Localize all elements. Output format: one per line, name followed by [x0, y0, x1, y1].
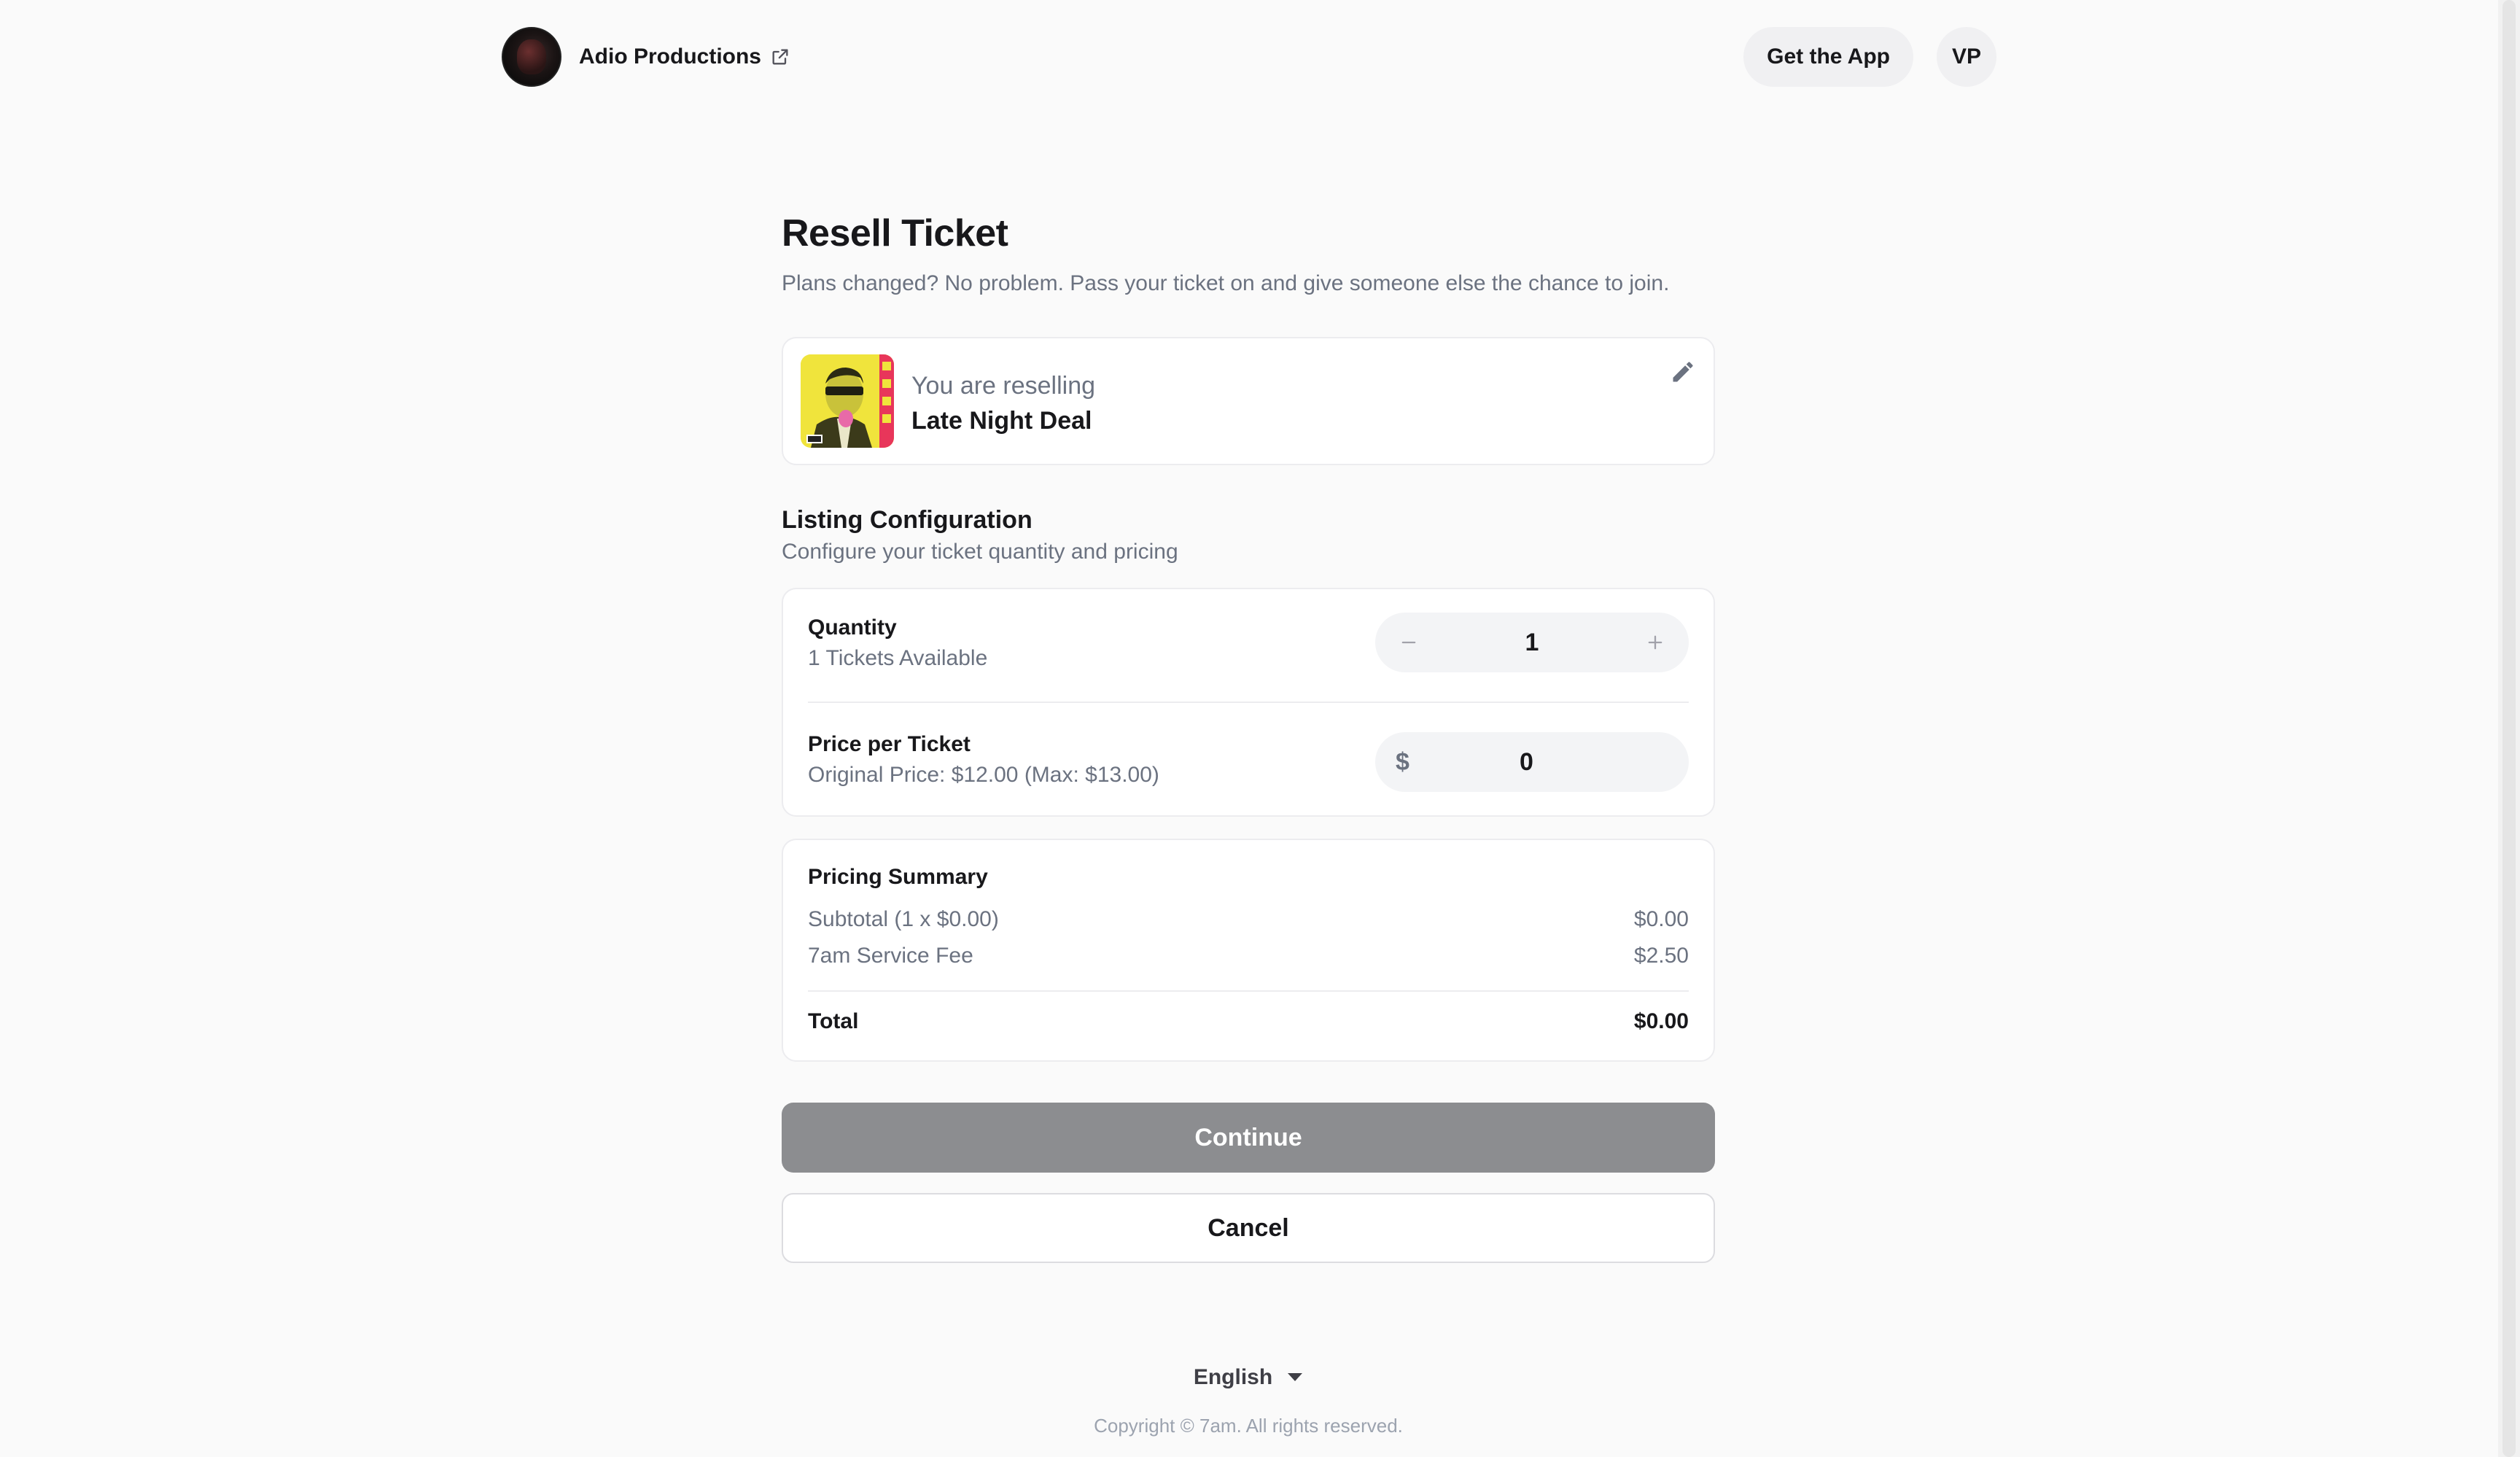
event-name: Late Night Deal — [911, 407, 1092, 435]
external-link-icon[interactable] — [770, 47, 790, 67]
listing-config-card: Quantity 1 Tickets Available 1 Price per… — [782, 588, 1715, 817]
service-fee-row: 7am Service Fee $2.50 — [808, 944, 1689, 968]
quantity-stepper: 1 — [1375, 613, 1689, 672]
cancel-button[interactable]: Cancel — [782, 1193, 1715, 1263]
summary-divider — [808, 990, 1689, 992]
decrement-button[interactable] — [1393, 626, 1425, 658]
tickets-available: 1 Tickets Available — [808, 646, 988, 670]
org-name[interactable]: Adio Productions — [579, 44, 761, 69]
subtotal-row: Subtotal (1 x $0.00) $0.00 — [808, 907, 1689, 932]
page-subtitle: Plans changed? No problem. Pass your tic… — [782, 271, 1670, 295]
pricing-summary-title: Pricing Summary — [808, 865, 988, 889]
copyright-text: Copyright © 7am. All rights reserved. — [1094, 1415, 1403, 1437]
subtotal-label: Subtotal (1 x $0.00) — [808, 907, 999, 931]
get-the-app-button[interactable]: Get the App — [1743, 27, 1913, 87]
total-value: $0.00 — [1633, 1009, 1689, 1033]
caret-down-icon — [1287, 1372, 1303, 1383]
edit-pencil-icon[interactable] — [1670, 359, 1696, 385]
user-avatar[interactable]: VP — [1937, 27, 1996, 87]
org-brand[interactable]: Adio Productions — [502, 26, 790, 88]
header-actions: Get the App VP — [1743, 26, 1996, 88]
continue-button[interactable]: Continue — [782, 1103, 1715, 1173]
currency-symbol: $ — [1396, 747, 1409, 776]
price-value[interactable]: 0 — [1409, 748, 1644, 777]
total-row: Total $0.00 — [808, 1009, 1689, 1034]
listing-config-subtitle: Configure your ticket quantity and prici… — [782, 540, 1178, 564]
page-scrollbar[interactable] — [2498, 0, 2520, 1457]
language-selector[interactable]: English — [782, 1365, 1715, 1390]
total-label: Total — [808, 1009, 859, 1033]
listing-config-title: Listing Configuration — [782, 506, 1032, 534]
original-price-info: Original Price: $12.00 (Max: $13.00) — [808, 763, 1159, 787]
price-input[interactable]: $ 0 — [1375, 732, 1689, 792]
config-divider — [808, 702, 1689, 703]
top-header: Adio Productions Get the App VP — [502, 26, 1996, 88]
quantity-value[interactable]: 1 — [1525, 629, 1539, 657]
reselling-card: You are reselling Late Night Deal — [782, 337, 1715, 465]
scrollbar-thumb[interactable] — [2502, 0, 2516, 1457]
price-per-ticket-label: Price per Ticket — [808, 732, 971, 756]
page: Adio Productions Get the App VP Resell T… — [0, 0, 2520, 1457]
event-thumbnail — [801, 354, 894, 448]
increment-button[interactable] — [1639, 626, 1671, 658]
org-logo-art — [517, 39, 546, 74]
org-logo — [502, 27, 561, 87]
reselling-label: You are reselling — [911, 372, 1096, 400]
language-label: English — [1193, 1365, 1273, 1389]
plus-icon — [1648, 635, 1662, 650]
service-fee-label: 7am Service Fee — [808, 944, 973, 968]
minus-icon — [1401, 641, 1416, 644]
service-fee-value: $2.50 — [1633, 944, 1689, 968]
page-title: Resell Ticket — [782, 212, 1008, 255]
pricing-summary-card: Pricing Summary Subtotal (1 x $0.00) $0.… — [782, 839, 1715, 1062]
quantity-label: Quantity — [808, 615, 897, 640]
subtotal-value: $0.00 — [1633, 907, 1689, 931]
